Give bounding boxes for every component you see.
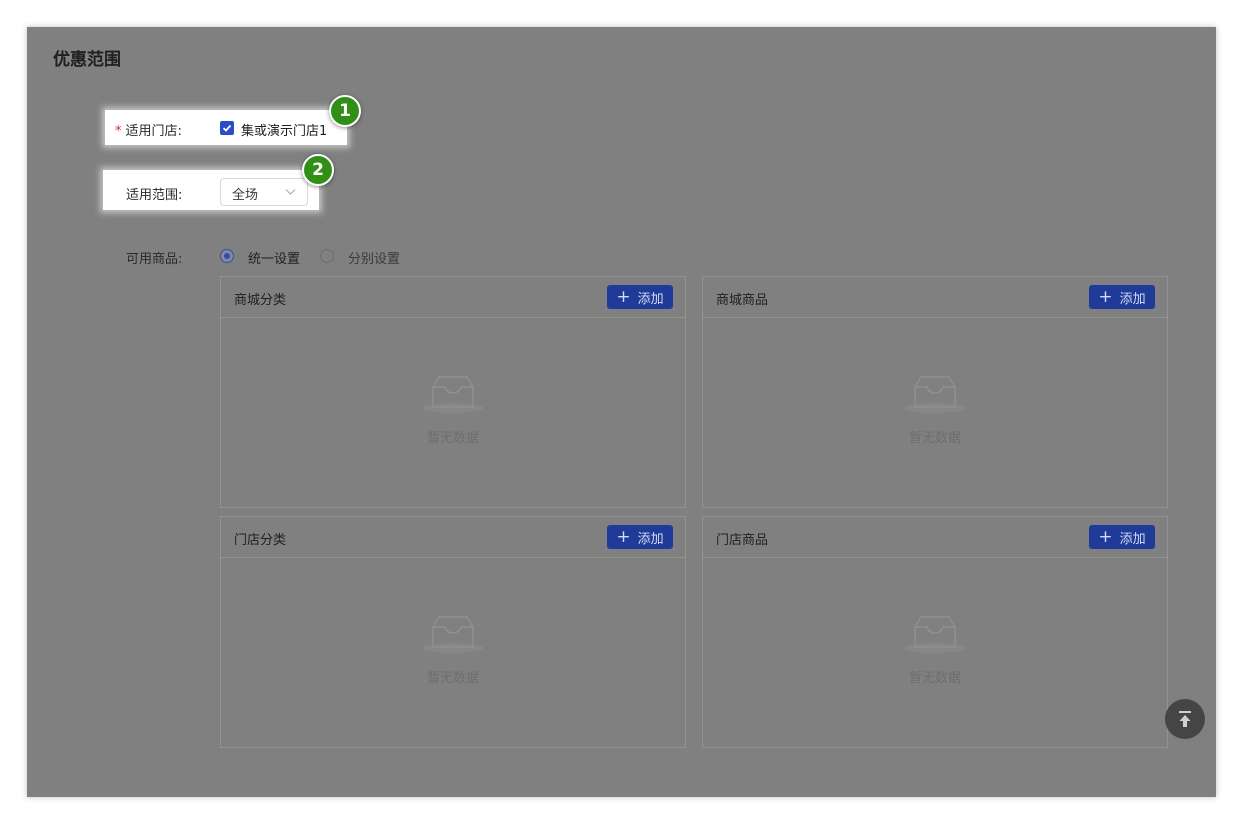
section-title: 优惠范围 bbox=[53, 50, 121, 70]
scope-label: 适用范围: bbox=[126, 188, 183, 203]
add-store-category-button[interactable]: + 添加 bbox=[607, 525, 673, 549]
card-title: 门店分类 bbox=[234, 533, 287, 548]
radio-separate[interactable] bbox=[320, 249, 334, 263]
add-mall-goods-button[interactable]: + 添加 bbox=[1089, 285, 1155, 309]
add-button-label: 添加 bbox=[1119, 531, 1146, 547]
card-title: 商城分类 bbox=[234, 293, 287, 308]
inbox-icon bbox=[422, 616, 484, 653]
plus-icon: + bbox=[616, 286, 631, 307]
plus-icon: + bbox=[616, 526, 631, 547]
card-header: 商城商品 + 添加 bbox=[703, 277, 1167, 318]
store-label: * 适用门店: bbox=[115, 120, 182, 139]
radio-unified-label[interactable]: 统一设置 bbox=[248, 248, 300, 267]
radio-unified[interactable] bbox=[220, 249, 234, 263]
empty-text: 暂无数据 bbox=[426, 431, 479, 446]
inbox-icon bbox=[904, 616, 966, 653]
arrow-up-to-line-icon bbox=[1179, 711, 1191, 727]
card-header: 商城分类 + 添加 bbox=[221, 277, 685, 318]
inbox-icon bbox=[422, 376, 484, 413]
card-store-goods: 门店商品 + 添加 暂无数据 bbox=[702, 516, 1168, 748]
card-header: 门店分类 + 添加 bbox=[221, 517, 685, 558]
empty-state: 暂无数据 bbox=[703, 373, 1167, 453]
empty-state: 暂无数据 bbox=[221, 613, 685, 693]
card-header: 门店商品 + 添加 bbox=[703, 517, 1167, 558]
radio-separate-label[interactable]: 分别设置 bbox=[348, 248, 400, 267]
required-mark: * bbox=[115, 124, 122, 139]
card-title: 门店商品 bbox=[716, 533, 769, 548]
scope-select-value: 全场 bbox=[232, 188, 259, 203]
inbox-icon bbox=[904, 376, 966, 413]
step-badge-1: 1 bbox=[329, 95, 361, 127]
check-icon bbox=[222, 124, 232, 132]
store-option-label[interactable]: 集或演示门店1 bbox=[241, 120, 327, 139]
add-button-label: 添加 bbox=[1119, 291, 1146, 307]
add-button-label: 添加 bbox=[637, 531, 664, 547]
back-to-top-button[interactable] bbox=[1165, 699, 1205, 739]
discount-scope-panel: 优惠范围 * 适用门店: 集或演示门店1 1 适用范围: 全场 2 可用商品: 统… bbox=[27, 27, 1216, 797]
add-mall-category-button[interactable]: + 添加 bbox=[607, 285, 673, 309]
empty-state: 暂无数据 bbox=[221, 373, 685, 453]
card-mall-category: 商城分类 + 添加 暂无数据 bbox=[220, 276, 686, 508]
step-badge-2: 2 bbox=[302, 154, 334, 186]
empty-state: 暂无数据 bbox=[703, 613, 1167, 693]
chevron-down-icon bbox=[285, 189, 296, 195]
add-button-label: 添加 bbox=[637, 291, 664, 307]
card-mall-goods: 商城商品 + 添加 暂无数据 bbox=[702, 276, 1168, 508]
goods-label: 可用商品: bbox=[126, 252, 183, 267]
card-store-category: 门店分类 + 添加 暂无数据 bbox=[220, 516, 686, 748]
plus-icon: + bbox=[1098, 286, 1113, 307]
card-title: 商城商品 bbox=[716, 293, 769, 308]
empty-text: 暂无数据 bbox=[908, 431, 961, 446]
empty-text: 暂无数据 bbox=[908, 671, 961, 686]
scope-select[interactable]: 全场 bbox=[220, 178, 308, 206]
plus-icon: + bbox=[1098, 526, 1113, 547]
empty-text: 暂无数据 bbox=[426, 671, 479, 686]
store-checkbox[interactable] bbox=[220, 121, 234, 135]
add-store-goods-button[interactable]: + 添加 bbox=[1089, 525, 1155, 549]
store-label-text: 适用门店: bbox=[125, 124, 182, 139]
